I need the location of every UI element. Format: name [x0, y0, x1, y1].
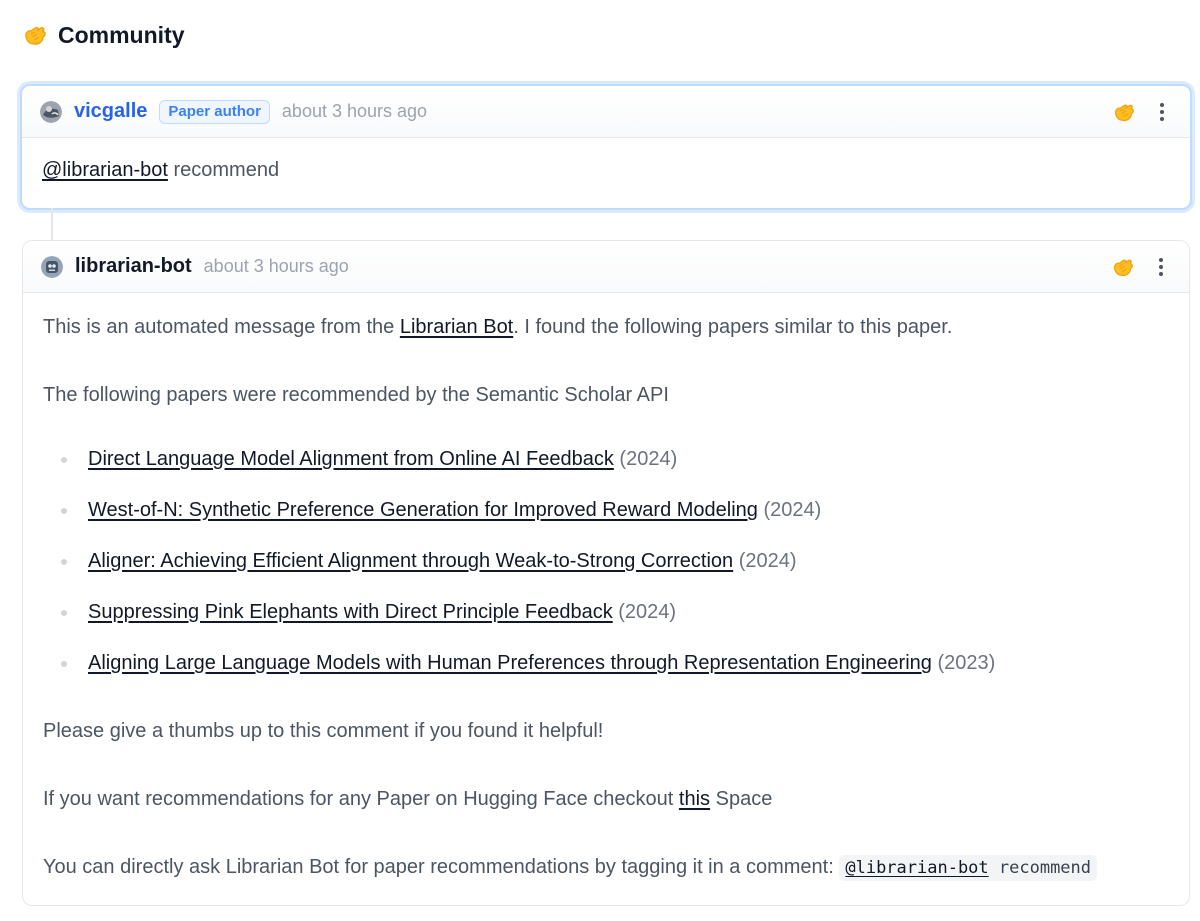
comment-text: @librarian-bot recommend	[42, 156, 1170, 184]
reply-card: librarian-bot about 3 hours ago This is …	[22, 240, 1190, 906]
paper-year: (2024)	[757, 499, 822, 521]
comment-actions	[1109, 253, 1171, 281]
comment-timestamp: about 3 hours ago	[281, 101, 428, 121]
paper-link[interactable]: Aligning Large Language Models with Huma…	[88, 652, 932, 674]
paper-year: (2024)	[612, 601, 677, 623]
thread-connector	[51, 208, 53, 242]
mention-link[interactable]: @librarian-bot	[42, 159, 168, 181]
comment-card: vicgalle Paper author about 3 hours ago …	[20, 84, 1192, 210]
list-item: Aligner: Achieving Efficient Alignment t…	[43, 547, 1169, 575]
reply-body: This is an automated message from the Li…	[23, 293, 1189, 882]
paper-link[interactable]: Direct Language Model Alignment from Onl…	[88, 448, 614, 470]
paper-link[interactable]: Aligner: Achieving Efficient Alignment t…	[88, 550, 733, 572]
thumbs-up-paragraph: Please give a thumbs up to this comment …	[43, 720, 604, 742]
checkout-paragraph: If you want recommendations for any Pape…	[43, 788, 773, 810]
librarian-bot-link[interactable]: Librarian Bot	[400, 316, 513, 338]
list-item: Direct Language Model Alignment from Onl…	[43, 445, 1169, 473]
paper-year: (2024)	[613, 448, 678, 470]
community-page: Community vicgalle Paper author about 3 …	[0, 0, 1200, 921]
paper-link[interactable]: West-of-N: Synthetic Preference Generati…	[88, 499, 758, 521]
more-options-button[interactable]	[1152, 100, 1172, 124]
comment-author-link[interactable]: vicgalle	[74, 100, 147, 123]
recommended-heading: The following papers were recommended by…	[43, 384, 669, 406]
community-header: Community	[22, 18, 185, 52]
paper-year: (2024)	[733, 550, 797, 572]
mention-link[interactable]: @librarian-bot	[845, 858, 988, 878]
inline-code: @librarian-bot recommend	[839, 855, 1098, 881]
paper-author-badge: Paper author	[159, 99, 270, 124]
comment-actions	[1110, 98, 1172, 126]
intro-paragraph: This is an automated message from the Li…	[43, 316, 953, 338]
paper-link[interactable]: Suppressing Pink Elephants with Direct P…	[88, 601, 613, 623]
comment-author-link[interactable]: librarian-bot	[75, 255, 192, 278]
hugging-hand-icon	[1114, 104, 1134, 121]
avatar[interactable]	[41, 255, 63, 278]
react-button[interactable]	[1110, 98, 1138, 126]
tag-paragraph: You can directly ask Librarian Bot for p…	[43, 853, 1169, 882]
list-item: Aligning Large Language Models with Huma…	[43, 649, 1169, 677]
section-title: Community	[58, 21, 185, 48]
list-item: West-of-N: Synthetic Preference Generati…	[43, 496, 1169, 524]
comment-header: vicgalle Paper author about 3 hours ago	[22, 86, 1190, 138]
comment-text-rest: recommend	[167, 159, 280, 181]
avatar[interactable]	[40, 100, 62, 123]
hugging-hand-icon	[22, 22, 48, 48]
hugging-hand-icon	[1113, 259, 1133, 276]
space-link[interactable]: this	[679, 788, 710, 810]
comment-header: librarian-bot about 3 hours ago	[23, 241, 1189, 293]
more-options-button[interactable]	[1151, 255, 1171, 279]
list-item: Suppressing Pink Elephants with Direct P…	[43, 598, 1169, 626]
paper-list: Direct Language Model Alignment from Onl…	[43, 445, 1169, 677]
react-button[interactable]	[1109, 253, 1137, 281]
comment-timestamp: about 3 hours ago	[203, 256, 349, 276]
paper-year: (2023)	[931, 652, 996, 674]
comment-body: @librarian-bot recommend	[22, 138, 1190, 202]
